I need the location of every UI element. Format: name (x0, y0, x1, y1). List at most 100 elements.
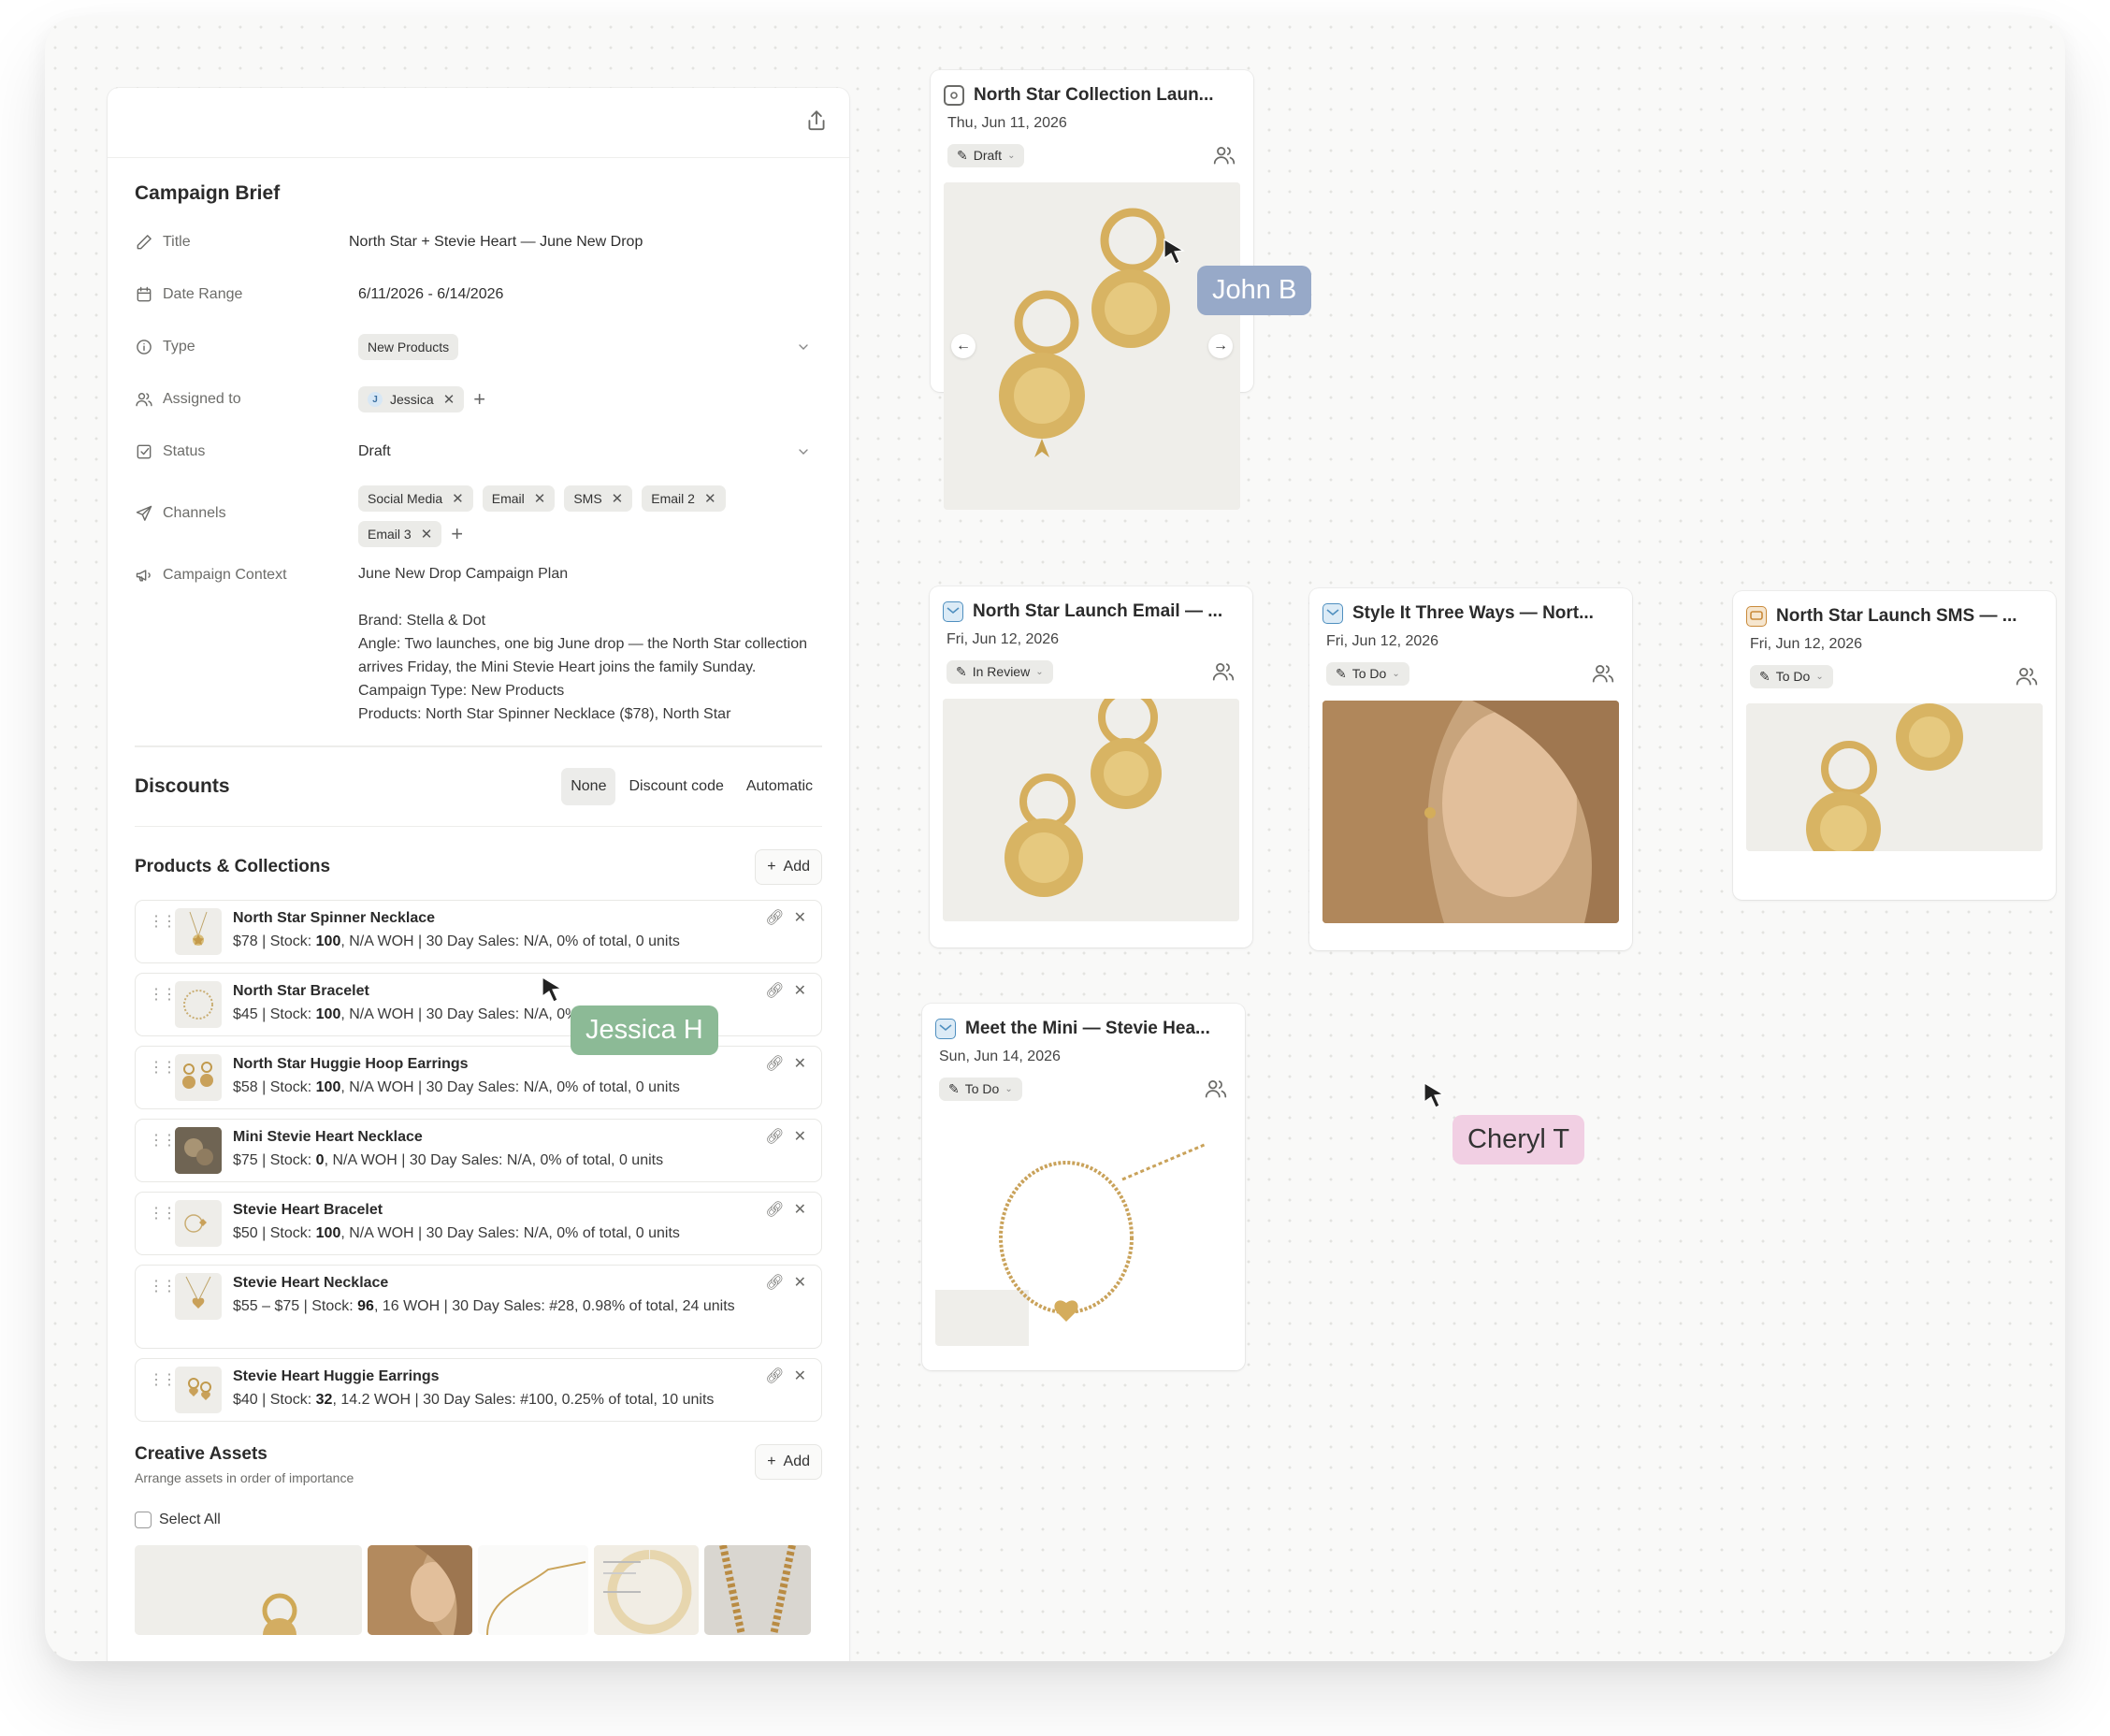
send-icon (136, 505, 152, 521)
field-title[interactable]: Title North Star + Stevie Heart — June N… (135, 216, 822, 268)
close-icon[interactable]: ✕ (794, 981, 806, 1000)
channel-pill[interactable]: Email ✕ (482, 485, 556, 512)
arrow-right-icon[interactable]: → (1208, 334, 1233, 358)
discount-option-none[interactable]: None (561, 767, 616, 805)
asset-thumbnail[interactable] (478, 1545, 588, 1635)
field-assigned-to[interactable]: Assigned to J Jessica ✕ + (135, 373, 822, 426)
task-card[interactable]: North Star Launch Email — ... Fri, Jun 1… (930, 586, 1252, 948)
close-icon[interactable]: ✕ (794, 1367, 806, 1385)
link-icon[interactable]: 🔗︎ (765, 1273, 784, 1292)
channel-pill[interactable]: Email 2 ✕ (642, 485, 726, 512)
drag-handle-icon[interactable]: ⋮⋮ (149, 985, 177, 1004)
task-card[interactable]: North Star Launch SMS — ... Fri, Jun 12,… (1733, 591, 2056, 900)
field-campaign-context[interactable]: Campaign Context June New Drop Campaign … (135, 553, 822, 731)
chevron-down-icon[interactable] (796, 340, 811, 354)
type-pill[interactable]: New Products (358, 334, 459, 360)
chevron-down-icon: ⌄ (1815, 671, 1824, 682)
field-channels[interactable]: Channels Social Media ✕ Email ✕ SMS ✕ Email… (135, 478, 822, 553)
status-dropdown[interactable]: ✎ To Do ⌄ (939, 1077, 1022, 1101)
card-image[interactable] (943, 699, 1239, 921)
close-icon[interactable]: ✕ (794, 1200, 806, 1219)
product-name: Stevie Heart Necklace (233, 1275, 389, 1291)
asset-thumbnail[interactable] (594, 1545, 699, 1635)
close-icon[interactable]: ✕ (794, 1273, 806, 1292)
close-icon[interactable]: ✕ (704, 490, 716, 507)
campaign-context-text[interactable]: June New Drop Campaign Plan Brand: Stell… (349, 562, 822, 731)
product-row[interactable]: ⋮⋮ Stevie Heart Necklace $55 – $75 | Sto… (135, 1265, 822, 1349)
assignee-pill[interactable]: J Jessica ✕ (358, 386, 465, 412)
drag-handle-icon[interactable]: ⋮⋮ (149, 1058, 177, 1077)
close-icon[interactable]: ✕ (421, 526, 433, 542)
task-card[interactable]: North Star Collection Laun... Thu, Jun 1… (931, 70, 1253, 510)
field-date-range[interactable]: Date Range 6/11/2026 - 6/14/2026 (135, 268, 822, 321)
drag-handle-icon[interactable]: ⋮⋮ (149, 1277, 177, 1295)
close-icon[interactable]: ✕ (443, 391, 455, 408)
card-image[interactable] (1322, 701, 1619, 923)
add-product-button[interactable]: + Add (755, 849, 822, 885)
link-icon[interactable]: 🔗︎ (765, 1367, 784, 1385)
field-type[interactable]: Type New Products (135, 321, 822, 373)
card-image[interactable] (1746, 703, 2043, 851)
close-icon[interactable]: ✕ (612, 490, 624, 507)
close-icon[interactable]: ✕ (452, 490, 464, 507)
users-icon[interactable] (1591, 661, 1615, 686)
asset-thumbnail[interactable] (368, 1545, 472, 1635)
drag-handle-icon[interactable]: ⋮⋮ (149, 1131, 177, 1150)
close-icon[interactable]: ✕ (534, 490, 546, 507)
share-icon[interactable] (804, 108, 829, 133)
channel-pill[interactable]: Social Media ✕ (358, 485, 473, 512)
product-row[interactable]: ⋮⋮ Stevie Heart Huggie Earrings $40 | St… (135, 1358, 822, 1422)
link-icon[interactable]: 🔗︎ (765, 908, 784, 927)
status-value[interactable]: Draft (349, 443, 822, 460)
card-image[interactable] (935, 1116, 1232, 1346)
select-all-checkbox[interactable]: Select All (135, 1512, 822, 1528)
link-icon[interactable]: 🔗︎ (765, 981, 784, 1000)
product-row[interactable]: ⋮⋮ North Star Spinner Necklace $78 | Sto… (135, 900, 822, 963)
drag-handle-icon[interactable]: ⋮⋮ (149, 1370, 177, 1389)
close-icon[interactable]: ✕ (794, 1054, 806, 1073)
products-title: Products & Collections (135, 857, 331, 876)
discount-option-automatic[interactable]: Automatic (737, 768, 822, 805)
field-status[interactable]: Status Draft (135, 426, 822, 478)
product-row[interactable]: ⋮⋮ North Star Huggie Hoop Earrings $58 |… (135, 1046, 822, 1109)
discount-type-selector: None Discount code Automatic (561, 767, 822, 805)
users-icon[interactable] (1211, 659, 1236, 684)
status-dropdown[interactable]: ✎ To Do ⌄ (1326, 661, 1409, 686)
task-card[interactable]: Style It Three Ways — Nort... Fri, Jun 1… (1309, 588, 1632, 950)
link-icon[interactable]: 🔗︎ (765, 1127, 784, 1146)
asset-thumbnail[interactable] (704, 1545, 811, 1635)
date-range-value[interactable]: 6/11/2026 - 6/14/2026 (349, 286, 822, 303)
status-dropdown[interactable]: ✎ In Review ⌄ (947, 659, 1053, 684)
pencil-icon: ✎ (956, 663, 967, 679)
title-value[interactable]: North Star + Stevie Heart — June New Dro… (349, 234, 822, 251)
status-dropdown[interactable]: ✎ To Do ⌄ (1750, 664, 1833, 688)
discount-option-code[interactable]: Discount code (619, 768, 732, 805)
drag-handle-icon[interactable]: ⋮⋮ (149, 1204, 177, 1222)
drag-handle-icon[interactable]: ⋮⋮ (149, 912, 177, 931)
select-all-label: Select All (159, 1512, 221, 1527)
add-channel-icon[interactable]: + (451, 524, 463, 544)
task-card[interactable]: Meet the Mini — Stevie Hea... Sun, Jun 1… (922, 1004, 1245, 1370)
asset-thumbnail[interactable] (135, 1545, 362, 1635)
close-icon[interactable]: ✕ (794, 908, 806, 927)
card-image[interactable]: ← → (944, 182, 1240, 510)
chevron-down-icon[interactable] (796, 444, 811, 459)
users-icon[interactable] (1212, 143, 1236, 167)
field-label-date-range: Date Range (163, 286, 243, 302)
channel-pill[interactable]: SMS ✕ (564, 485, 633, 512)
add-assignee-icon[interactable]: + (473, 389, 485, 410)
arrow-left-icon[interactable]: ← (951, 334, 976, 358)
link-icon[interactable]: 🔗︎ (765, 1054, 784, 1073)
close-icon[interactable]: ✕ (794, 1127, 806, 1146)
checkbox[interactable] (135, 1512, 152, 1528)
users-icon[interactable] (2015, 664, 2039, 688)
product-row[interactable]: ⋮⋮ Stevie Heart Bracelet $50 | Stock: 10… (135, 1192, 822, 1255)
status-dropdown[interactable]: ✎ Draft ⌄ (947, 143, 1025, 167)
add-asset-button[interactable]: + Add (755, 1444, 822, 1480)
users-icon[interactable] (1204, 1077, 1228, 1101)
channel-pill[interactable]: Email 3 ✕ (358, 521, 442, 547)
cursor-label-jessica: Jessica H (571, 1005, 718, 1055)
link-icon[interactable]: 🔗︎ (765, 1200, 784, 1219)
product-row[interactable]: ⋮⋮ North Star Bracelet $45 | Stock: 100,… (135, 973, 822, 1036)
product-row[interactable]: ⋮⋮ Mini Stevie Heart Necklace $75 | Stoc… (135, 1119, 822, 1182)
